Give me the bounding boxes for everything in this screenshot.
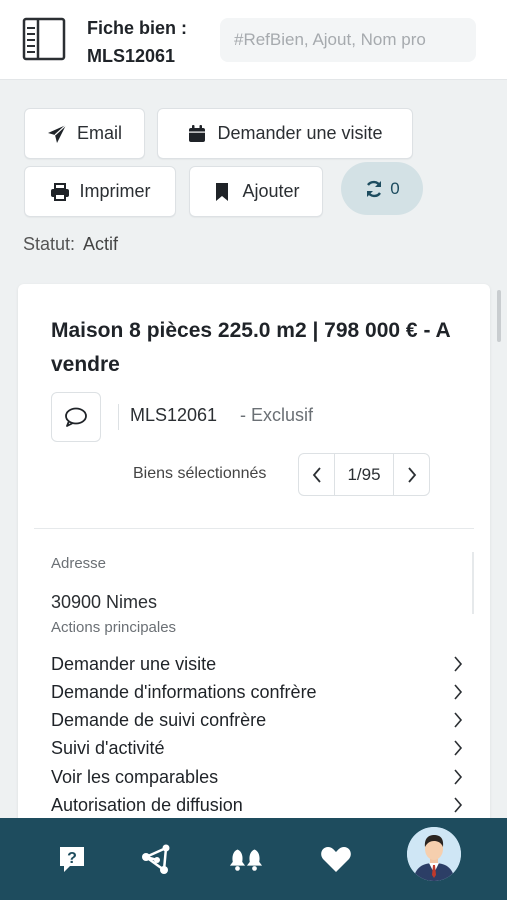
action-label: Autorisation de diffusion (51, 794, 243, 815)
chevron-right-icon (407, 466, 416, 483)
mandate-type: - Exclusif (240, 405, 314, 425)
divider (118, 404, 119, 430)
network-icon[interactable] (139, 842, 173, 876)
document-icon[interactable] (22, 17, 66, 61)
printer-icon (50, 182, 69, 201)
status-label: Statut: (23, 234, 76, 254)
chevron-right-icon (454, 656, 463, 672)
chevron-left-icon (312, 466, 321, 483)
request-visit-button[interactable]: Demander une visite (157, 108, 413, 159)
action-item[interactable]: Autorisation de diffusion (51, 791, 463, 819)
calendar-icon (189, 124, 206, 142)
sync-button[interactable]: 0 (341, 162, 423, 215)
chevron-right-icon (454, 797, 463, 813)
property-heading: Maison 8 pièces 225.0 m2 | 798 000 € - A… (51, 319, 450, 376)
chevron-right-icon (454, 712, 463, 728)
previous-button[interactable] (299, 454, 335, 495)
request-visit-label: Demander une visite (217, 123, 383, 143)
address-value: 30900 Nimes (51, 592, 158, 612)
add-label: Ajouter (242, 181, 300, 201)
paper-plane-icon (47, 124, 67, 143)
page-title: Fiche bien : MLS12061 (87, 14, 187, 70)
selection-pager: 1/95 (298, 453, 430, 496)
property-card: Maison 8 pièces 225.0 m2 | 798 000 € - A… (18, 284, 490, 844)
sync-icon (367, 180, 382, 197)
sync-count: 0 (390, 178, 400, 198)
action-item[interactable]: Demande de suivi confrère (51, 706, 463, 734)
add-bookmark-button[interactable]: Ajouter (189, 166, 323, 217)
app-header: Fiche bien : MLS12061 (0, 0, 507, 80)
svg-text:?: ? (67, 850, 77, 867)
next-button[interactable] (393, 454, 429, 495)
chevron-right-icon (454, 769, 463, 785)
inner-scrollbar[interactable] (472, 552, 474, 614)
bottom-nav: ? (0, 818, 507, 900)
print-button[interactable]: Imprimer (24, 166, 176, 217)
email-label: Email (76, 123, 122, 143)
action-label: Voir les comparables (51, 766, 219, 787)
action-label: Demander une visite (51, 653, 217, 674)
help-icon[interactable]: ? (55, 842, 89, 876)
property-ref: MLS12061 (130, 405, 218, 425)
bell-icon[interactable] (229, 842, 263, 876)
page-title-line2: MLS12061 (87, 46, 176, 66)
chevron-right-icon (454, 684, 463, 700)
chevron-right-icon (454, 740, 463, 756)
avatar[interactable] (407, 827, 461, 881)
status-value: Actif (83, 234, 119, 254)
search-input[interactable] (220, 18, 476, 62)
status-row: Statut: Actif (23, 234, 118, 255)
action-label: Demande d'informations confrère (51, 681, 317, 702)
actions-label: Actions principales (51, 619, 177, 636)
action-label: Suivi d'activité (51, 737, 165, 758)
print-label: Imprimer (79, 181, 151, 201)
action-item[interactable]: Demander une visite (51, 650, 463, 678)
page-title-line1: Fiche bien : (87, 18, 188, 38)
pager-value: 1/95 (347, 464, 381, 484)
section-divider (34, 528, 474, 529)
action-item[interactable]: Voir les comparables (51, 763, 463, 791)
action-label: Demande de suivi confrère (51, 709, 267, 730)
selection-label: Biens sélectionnés (133, 465, 267, 482)
heart-icon[interactable] (319, 842, 353, 876)
comment-icon (65, 407, 87, 427)
page-scrollbar[interactable] (497, 290, 501, 342)
bookmark-icon (216, 182, 229, 201)
email-button[interactable]: Email (24, 108, 145, 159)
comment-button[interactable] (51, 392, 101, 442)
action-item[interactable]: Demande d'informations confrère (51, 678, 463, 706)
action-item[interactable]: Suivi d'activité (51, 734, 463, 762)
address-label: Adresse (51, 555, 107, 572)
